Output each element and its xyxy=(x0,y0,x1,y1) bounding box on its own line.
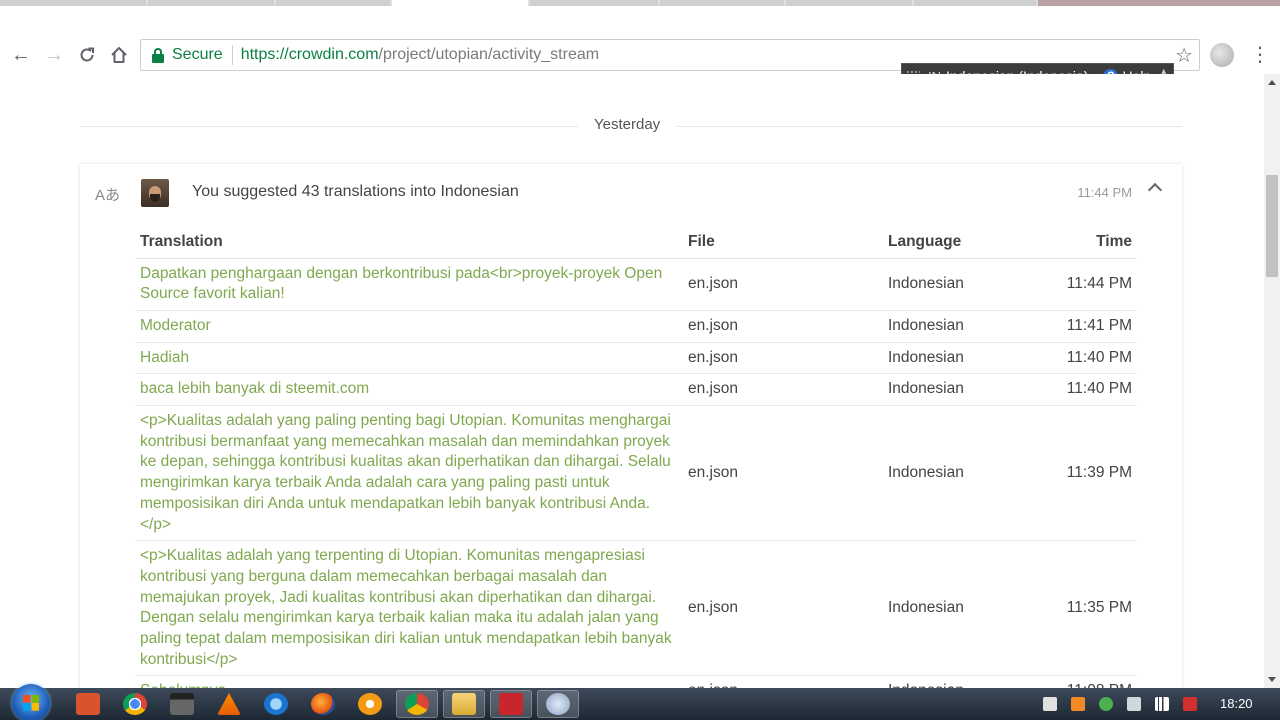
windows-taskbar: 18:20 xyxy=(0,684,1280,720)
table-header-row: Translation File Language Time xyxy=(135,226,1137,259)
page-scrollbar[interactable] xyxy=(1264,74,1280,688)
home-icon[interactable] xyxy=(105,41,133,69)
browser-tab[interactable] xyxy=(660,0,784,6)
translation-link[interactable]: <p>Kualitas adalah yang paling penting b… xyxy=(135,405,683,542)
video-editor-icon[interactable] xyxy=(170,693,194,715)
url-path: /project/utopian/activity_stream xyxy=(378,46,600,63)
table-row: Moderator en.json Indonesian 11:41 PM xyxy=(135,310,1137,343)
activity-time: 11:44 PM xyxy=(1077,185,1132,200)
file-cell: en.json xyxy=(683,675,883,688)
language-cell: Indonesian xyxy=(883,675,1033,688)
translation-link[interactable]: Dapatkan penghargaan dengan berkontribus… xyxy=(135,258,683,311)
lock-icon xyxy=(151,47,165,63)
language-cell: Indonesian xyxy=(883,310,1033,343)
table-row: baca lebih banyak di steemit.com en.json… xyxy=(135,373,1137,407)
browser-tab[interactable] xyxy=(0,0,146,6)
browser-tab[interactable] xyxy=(786,0,912,6)
app-icon[interactable] xyxy=(358,693,382,715)
translation-link[interactable]: baca lebih banyak di steemit.com xyxy=(135,373,683,407)
chrome-icon[interactable] xyxy=(123,693,147,715)
tab-strip xyxy=(0,0,1280,36)
internet-explorer-icon[interactable] xyxy=(264,693,288,715)
translate-icon: Aあ xyxy=(95,187,121,204)
scroll-down-icon[interactable] xyxy=(1268,677,1276,682)
file-cell: en.json xyxy=(683,310,883,343)
browser-tab[interactable] xyxy=(530,0,658,6)
day-label: Yesterday xyxy=(578,116,677,133)
language-cell: Indonesian xyxy=(883,405,1033,542)
column-header-time: Time xyxy=(1033,226,1137,259)
table-row: <p>Kualitas adalah yang paling penting b… xyxy=(135,405,1137,542)
time-cell: 11:35 PM xyxy=(1033,540,1137,677)
signal-icon[interactable] xyxy=(1155,697,1169,711)
page-content: Yesterday Aあ You suggested 43 translatio… xyxy=(0,74,1264,688)
back-icon[interactable]: ← xyxy=(7,41,35,69)
file-cell: en.json xyxy=(683,373,883,407)
pdf-reader-icon[interactable] xyxy=(499,693,523,715)
language-cell: Indonesian xyxy=(883,342,1033,375)
translation-link[interactable]: Sebelumnya xyxy=(135,675,683,688)
column-header-translation: Translation xyxy=(135,226,683,259)
table-row: Sebelumnya en.json Indonesian 11:08 PM xyxy=(135,675,1137,688)
table-row: <p>Kualitas adalah yang terpenting di Ut… xyxy=(135,540,1137,677)
tray-device-icon[interactable] xyxy=(1043,697,1057,711)
activity-card: Aあ You suggested 43 translations into In… xyxy=(80,164,1182,688)
start-button[interactable] xyxy=(12,684,50,720)
network-tool-icon[interactable] xyxy=(546,693,570,715)
time-cell: 11:41 PM xyxy=(1033,310,1137,343)
browser-tab[interactable] xyxy=(1038,0,1280,6)
forward-icon[interactable]: → xyxy=(40,41,68,69)
time-cell: 11:44 PM xyxy=(1033,258,1137,311)
time-cell: 11:39 PM xyxy=(1033,405,1137,542)
file-cell: en.json xyxy=(683,342,883,375)
file-cell: en.json xyxy=(683,405,883,542)
browser-tab[interactable] xyxy=(148,0,274,6)
time-cell: 11:40 PM xyxy=(1033,342,1137,375)
file-explorer-icon[interactable] xyxy=(452,693,476,715)
file-cell: en.json xyxy=(683,258,883,311)
browser-tab-active[interactable] xyxy=(392,0,528,6)
time-cell: 11:40 PM xyxy=(1033,373,1137,407)
extension-icon[interactable] xyxy=(1210,43,1234,67)
volume-icon[interactable] xyxy=(1127,697,1141,711)
column-header-language: Language xyxy=(883,226,1033,259)
column-header-file: File xyxy=(683,226,883,259)
translation-link[interactable]: Hadiah xyxy=(135,342,683,375)
table-row: Dapatkan penghargaan dengan berkontribus… xyxy=(135,258,1137,311)
translation-link[interactable]: <p>Kualitas adalah yang terpenting di Ut… xyxy=(135,540,683,677)
browser-menu-icon[interactable]: ⋮ xyxy=(1250,43,1270,67)
browser-tab[interactable] xyxy=(276,0,390,6)
taskbar-clock[interactable]: 18:20 xyxy=(1220,696,1253,711)
language-cell: Indonesian xyxy=(883,373,1033,407)
time-cell: 11:08 PM xyxy=(1033,675,1137,688)
tray-browser-icon[interactable] xyxy=(1099,697,1113,711)
avatar[interactable] xyxy=(141,179,169,207)
secure-label: Secure xyxy=(172,46,223,63)
collapse-chevron-icon[interactable] xyxy=(1148,180,1162,194)
scroll-up-icon[interactable] xyxy=(1268,80,1276,85)
chrome-window-icon[interactable] xyxy=(405,693,429,715)
network-warning-icon[interactable] xyxy=(1183,697,1197,711)
scrollbar-thumb[interactable] xyxy=(1266,175,1278,277)
translations-table: Translation File Language Time Dapatkan … xyxy=(135,226,1137,688)
translation-link[interactable]: Moderator xyxy=(135,310,683,343)
vlc-icon[interactable] xyxy=(217,693,241,715)
omnibox-separator xyxy=(231,45,233,65)
firefox-icon[interactable] xyxy=(311,693,335,715)
url-host: https://crowdin.com xyxy=(240,46,379,63)
file-cell: en.json xyxy=(683,540,883,677)
browser-tab[interactable] xyxy=(914,0,1036,6)
language-cell: Indonesian xyxy=(883,540,1033,677)
reload-icon[interactable] xyxy=(73,41,101,69)
media-center-icon[interactable] xyxy=(76,693,100,715)
bookmark-star-icon[interactable]: ☆ xyxy=(1175,43,1193,68)
table-row: Hadiah en.json Indonesian 11:40 PM xyxy=(135,342,1137,375)
language-cell: Indonesian xyxy=(883,258,1033,311)
activity-summary: You suggested 43 translations into Indon… xyxy=(192,183,519,200)
tray-app-icon[interactable] xyxy=(1071,697,1085,711)
